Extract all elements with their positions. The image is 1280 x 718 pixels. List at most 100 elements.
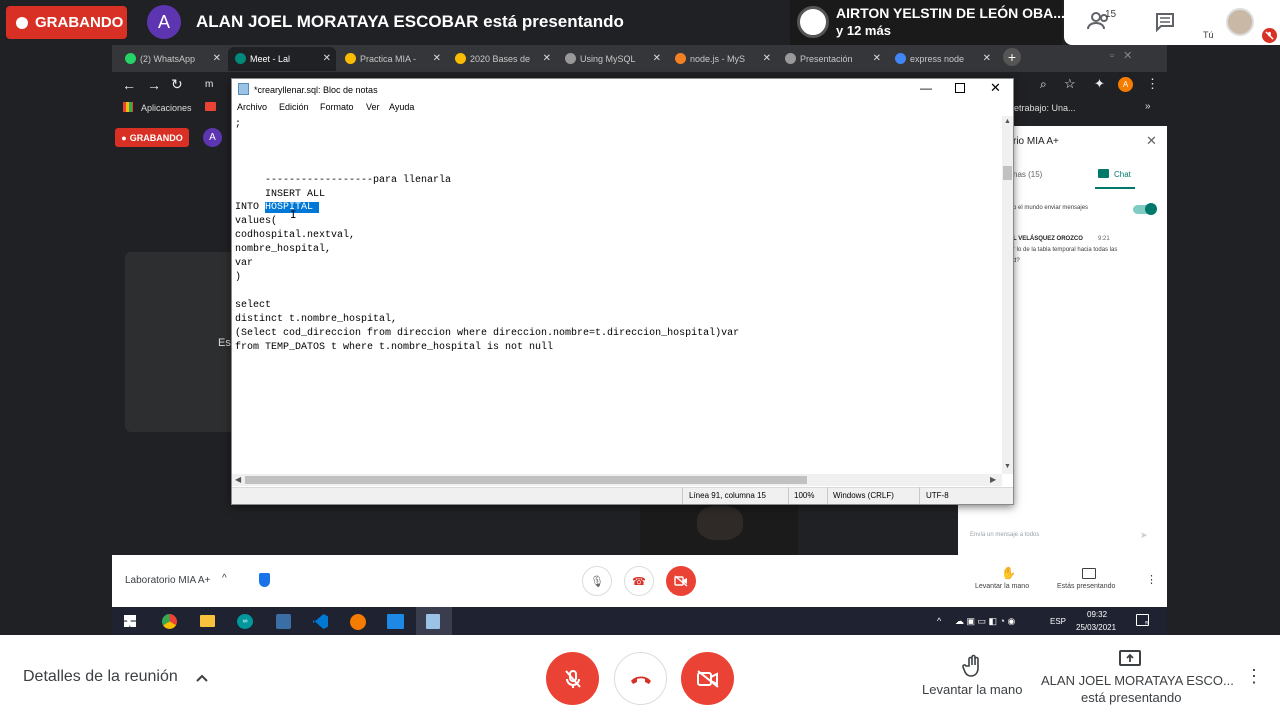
new-tab-button[interactable]: + — [1003, 48, 1021, 66]
tab-close-icon[interactable]: ✕ — [433, 53, 441, 64]
inner-people-tab[interactable]: nas (15) — [1013, 170, 1042, 179]
browser-tab[interactable]: (2) WhatsApp ✕ — [118, 47, 226, 71]
raise-hand-label[interactable]: Levantar la mano — [922, 682, 1022, 697]
inner-raise-hand[interactable]: Levantar la mano — [975, 583, 1029, 590]
scroll-left-icon[interactable]: ◀ — [235, 475, 241, 484]
inner-mic-button[interactable]: 🎙 — [582, 566, 612, 596]
maximize-icon[interactable] — [955, 83, 965, 93]
more-options-icon[interactable]: ⋮ — [1245, 666, 1263, 687]
inner-send-icon[interactable]: ➤ — [1140, 530, 1148, 541]
browser-tab[interactable]: Practica MIA - ✕ — [338, 47, 446, 71]
browser-tab-label: express node — [910, 54, 965, 64]
gmail-icon[interactable] — [205, 102, 216, 111]
tray-chevron-icon[interactable]: ^ — [937, 616, 941, 626]
presenting-name[interactable]: ALAN JOEL MORATAYA ESCO... — [1041, 673, 1234, 688]
status-divider — [788, 487, 789, 504]
bookmark-right[interactable]: etrabajo: Una... — [1014, 103, 1076, 113]
browser-tab[interactable]: Presentación ✕ — [778, 47, 886, 71]
extensions-icon[interactable]: ✦ — [1094, 76, 1105, 92]
menu-item[interactable]: Formato — [320, 102, 354, 112]
inner-present-icon[interactable] — [1082, 568, 1096, 579]
vertical-scroll-thumb[interactable] — [1003, 166, 1012, 180]
arduino-taskbar-icon[interactable]: ∞ — [237, 614, 253, 629]
mic-muted-button[interactable] — [546, 652, 599, 705]
close-icon[interactable]: ✕ — [990, 80, 1001, 96]
chrome-taskbar-icon[interactable] — [162, 614, 177, 629]
notepad-title-bar[interactable]: *crearyllenar.sql: Bloc de notas — [232, 79, 1013, 100]
browser-tab[interactable]: Using MySQL ✕ — [558, 47, 666, 71]
tab-close-icon[interactable]: ✕ — [763, 53, 771, 64]
chevron-up-icon[interactable] — [195, 670, 209, 688]
inner-hangup-button[interactable]: ☎ — [624, 566, 654, 596]
inner-chat-input[interactable]: Envía un mensaje a todos — [970, 532, 1039, 538]
browser-tab[interactable]: node.js - MyS ✕ — [668, 47, 776, 71]
chat-icon[interactable] — [1155, 12, 1175, 37]
raise-hand-icon[interactable] — [961, 654, 985, 683]
menu-item[interactable]: Archivo — [237, 102, 267, 112]
inner-camera-off-button[interactable] — [666, 566, 696, 596]
browser-tab[interactable]: 2020 Bases de ✕ — [448, 47, 556, 71]
status-eol: Windows (CRLF) — [833, 491, 894, 500]
browser-tab[interactable]: express node ✕ — [888, 47, 996, 71]
profile-icon[interactable]: A — [1118, 77, 1133, 92]
inner-hand-icon[interactable]: ✋ — [1001, 566, 1016, 580]
window-controls[interactable]: ▫ ✕ — [1110, 49, 1132, 62]
tab-close-icon[interactable]: ✕ — [543, 53, 551, 64]
bookmarks-overflow-icon[interactable]: » — [1145, 101, 1151, 112]
tray-date[interactable]: 25/03/2021 — [1076, 623, 1116, 632]
inner-msg-line1: r lo de la tabla temporal hacia todas la… — [1013, 247, 1118, 253]
scroll-right-icon[interactable]: ▶ — [990, 475, 996, 484]
minimize-icon[interactable]: — — [920, 81, 932, 95]
url-fragment[interactable]: m — [205, 79, 213, 90]
meeting-details-button[interactable]: Detalles de la reunión — [23, 668, 178, 686]
presenter-text: ALAN JOEL MORATAYA ESCOBAR está presenta… — [196, 12, 624, 31]
back-arrow-icon[interactable]: ← — [122, 77, 136, 93]
inner-more-icon[interactable]: ⋮ — [1146, 573, 1157, 586]
explorer-taskbar-icon[interactable] — [200, 615, 215, 627]
present-screen-icon[interactable] — [1119, 650, 1141, 673]
forward-arrow-icon[interactable]: → — [147, 77, 161, 93]
menu-item[interactable]: Edición — [279, 102, 309, 112]
scroll-down-icon[interactable]: ▼ — [1004, 463, 1011, 470]
self-avatar[interactable] — [1226, 8, 1254, 36]
inner-chat-tab[interactable]: Chat — [1114, 170, 1131, 179]
tray-lang[interactable]: ESP — [1050, 617, 1066, 626]
search-icon[interactable]: ⌕ — [1040, 77, 1047, 92]
tab-close-icon[interactable]: ✕ — [983, 53, 991, 64]
camera-off-button[interactable] — [681, 652, 734, 705]
presenting-sub: está presentando — [1081, 690, 1182, 705]
inner-chevron-up-icon[interactable]: ^ — [222, 573, 227, 584]
bookmark-apps[interactable]: Aplicaciones — [141, 103, 192, 113]
inner-chat-tab-icon — [1098, 169, 1109, 178]
horizontal-scroll-thumb[interactable] — [245, 476, 807, 484]
menu-item[interactable]: Ayuda — [389, 102, 414, 112]
browser-tab-label: (2) WhatsApp — [140, 54, 196, 64]
participants-count: 15 — [1105, 9, 1117, 20]
tab-close-icon[interactable]: ✕ — [213, 53, 221, 64]
scroll-up-icon[interactable]: ▲ — [1004, 118, 1011, 125]
inner-close-icon[interactable]: ✕ — [1146, 133, 1157, 149]
whatsapp-icon — [125, 53, 136, 64]
app2-taskbar-icon[interactable] — [350, 614, 366, 630]
browser-tab[interactable]: Meet - Lal ✕ — [228, 47, 336, 71]
tray-icons[interactable]: ☁ ▣ ▭ ◧ ◔ ◉ — [955, 616, 1015, 627]
star-icon[interactable]: ☆ — [1064, 76, 1076, 92]
self-mic-muted-icon — [1262, 28, 1277, 43]
inner-allow-toggle-knob — [1145, 203, 1157, 215]
menu-dots-icon[interactable]: ⋮ — [1146, 76, 1159, 92]
inner-shield-icon[interactable] — [259, 573, 270, 587]
recording-badge[interactable]: GRABANDO — [6, 6, 127, 39]
app3-taskbar-icon[interactable] — [387, 614, 404, 629]
inner-meeting-name[interactable]: Laboratorio MIA A+ — [125, 575, 210, 586]
tray-time[interactable]: 09:32 — [1087, 610, 1107, 619]
reload-icon[interactable]: ↻ — [171, 76, 183, 93]
app-taskbar-icon[interactable] — [276, 614, 291, 629]
menu-item[interactable]: Ver — [366, 102, 380, 112]
apps-grid-icon[interactable] — [123, 102, 133, 112]
tab-close-icon[interactable]: ✕ — [873, 53, 881, 64]
hangup-button[interactable] — [614, 652, 667, 705]
inner-presenting[interactable]: Estás presentando — [1057, 583, 1115, 590]
tab-close-icon[interactable]: ✕ — [653, 53, 661, 64]
tab-close-icon[interactable]: ✕ — [323, 53, 331, 64]
notepad-editor[interactable]: ; ------------------para llenarla INSERT… — [232, 116, 1002, 474]
